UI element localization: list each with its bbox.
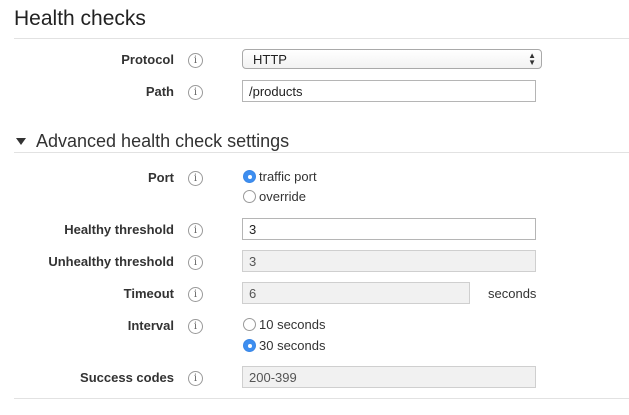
section-divider <box>14 38 629 39</box>
timeout-info-icon[interactable]: i <box>188 287 203 302</box>
radio-unchecked-icon[interactable] <box>243 318 256 331</box>
healthy-threshold-label: Healthy threshold <box>64 222 174 237</box>
path-label: Path <box>145 84 174 99</box>
unhealthy-threshold-input[interactable]: 3 <box>242 250 536 272</box>
select-arrows-icon: ▲ ▼ <box>528 51 536 67</box>
interval-option-10-seconds[interactable]: 10 seconds <box>243 317 326 332</box>
interval-option-label: 10 seconds <box>259 317 326 332</box>
interval-info-icon[interactable]: i <box>188 319 203 334</box>
port-option-traffic-port[interactable]: traffic port <box>243 169 317 184</box>
bottom-divider <box>14 398 629 399</box>
path-input[interactable]: /products <box>242 80 536 102</box>
healthy-threshold-input[interactable]: 3 <box>242 218 536 240</box>
caret-down-icon <box>16 138 26 145</box>
radio-unchecked-icon[interactable] <box>243 190 256 203</box>
protocol-info-icon[interactable]: i <box>188 53 203 68</box>
advanced-settings-toggle[interactable]: Advanced health check settings <box>16 131 289 152</box>
port-option-label: traffic port <box>259 169 317 184</box>
path-info-icon[interactable]: i <box>188 85 203 100</box>
protocol-label: Protocol <box>121 52 174 67</box>
port-option-override[interactable]: override <box>243 189 306 204</box>
success-codes-label: Success codes <box>80 370 174 385</box>
port-info-icon[interactable]: i <box>188 171 203 186</box>
interval-option-label: 30 seconds <box>259 338 326 353</box>
interval-label: Interval <box>127 318 174 333</box>
unhealthy-threshold-label: Unhealthy threshold <box>48 254 174 269</box>
healthy-threshold-info-icon[interactable]: i <box>188 223 203 238</box>
protocol-select[interactable]: HTTP ▲ ▼ <box>242 49 542 69</box>
timeout-unit: seconds <box>488 286 537 301</box>
success-codes-input[interactable]: 200-399 <box>242 366 536 388</box>
interval-option-30-seconds[interactable]: 30 seconds <box>243 338 326 353</box>
unhealthy-threshold-info-icon[interactable]: i <box>188 255 203 270</box>
radio-checked-icon[interactable] <box>243 339 256 352</box>
protocol-select-value: HTTP <box>253 52 287 67</box>
port-label: Port <box>148 170 174 185</box>
timeout-input[interactable]: 6 <box>242 282 470 304</box>
advanced-settings-title: Advanced health check settings <box>36 131 290 151</box>
port-option-label: override <box>259 189 306 204</box>
section-title: Health checks <box>14 7 146 30</box>
radio-checked-icon[interactable] <box>243 170 256 183</box>
success-codes-info-icon[interactable]: i <box>188 371 203 386</box>
timeout-label: Timeout <box>123 286 174 301</box>
advanced-divider <box>14 152 629 153</box>
